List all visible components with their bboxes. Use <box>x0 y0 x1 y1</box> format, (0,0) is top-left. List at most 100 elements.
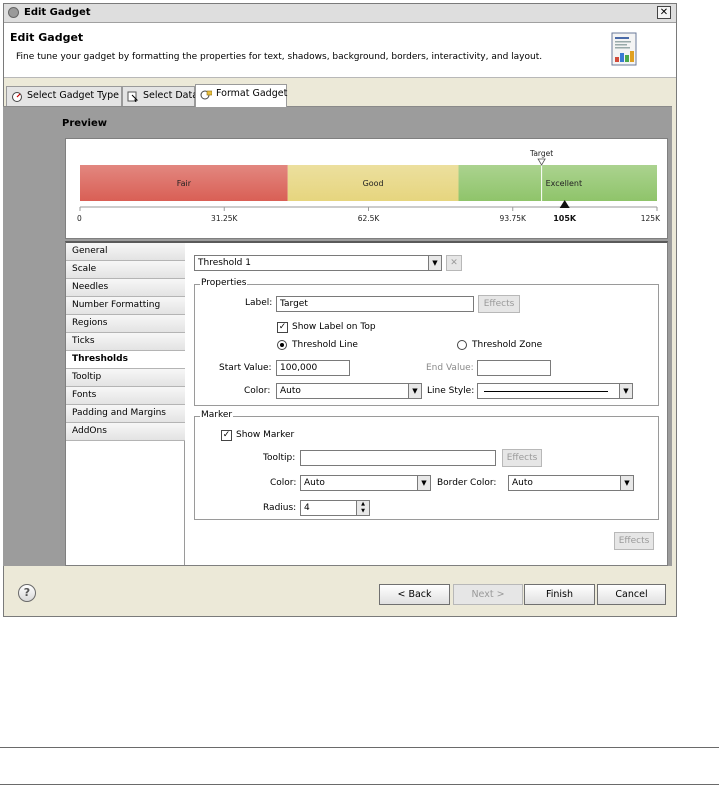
label-input[interactable]: Target <box>276 296 474 312</box>
nav-item-padding-and-margins[interactable]: Padding and Margins <box>66 405 185 423</box>
gadget-type-icon <box>12 92 22 102</box>
threshold-line-label: Threshold Line <box>292 340 358 350</box>
color-select[interactable]: Auto ▼ <box>276 383 422 399</box>
page-rule-top <box>0 747 719 748</box>
select-data-icon <box>127 91 139 102</box>
close-button[interactable]: ✕ <box>657 6 671 19</box>
end-value-input[interactable] <box>477 360 551 376</box>
delete-threshold-button[interactable]: ✕ <box>446 255 462 271</box>
threshold-selector[interactable]: Threshold 1 ▼ <box>194 255 442 271</box>
chevron-down-icon: ▼ <box>619 384 632 398</box>
gauge-tick-label: 31.25K <box>211 214 238 223</box>
border-color-caption: Border Color: <box>437 478 497 488</box>
wizard-tabs: Select Gadget Type Select Data Format Ga… <box>3 84 672 107</box>
title-bar[interactable]: Edit Gadget ✕ <box>4 4 676 23</box>
nav-item-addons[interactable]: AddOns <box>66 423 185 441</box>
label-caption: Label: <box>245 298 273 308</box>
tab-format-gadget[interactable]: Format Gadget <box>195 84 287 107</box>
marker-effects-button[interactable]: Effects <box>502 449 542 467</box>
line-style-caption: Line Style: <box>427 386 475 396</box>
gauge-tick-label: 62.5K <box>358 214 381 223</box>
properties-group: Properties Label: Target Effects ✓ Show … <box>194 278 659 406</box>
marker-title: Marker <box>200 410 234 420</box>
gauge-preview: Fair Good Excellent 0 31.25K 62.5K 93.75K 125K T… <box>65 138 668 239</box>
tab-label: Select Gadget Type <box>27 90 119 101</box>
tab-select-gadget-type[interactable]: Select Gadget Type <box>6 86 122 106</box>
line-style-select[interactable]: ▼ <box>477 383 633 399</box>
threshold-zone-radio[interactable] <box>457 340 467 350</box>
gauge-tick-label: 93.75K <box>500 214 527 223</box>
radius-caption: Radius: <box>263 503 297 513</box>
end-value-caption: End Value: <box>426 363 474 373</box>
format-gadget-icon <box>200 90 212 100</box>
threshold-selector-value: Threshold 1 <box>198 258 251 268</box>
header-title: Edit Gadget <box>10 31 84 44</box>
gauge-tick-label: 125K <box>641 214 661 223</box>
back-button[interactable]: < Back <box>379 584 450 605</box>
chevron-down-icon: ▼ <box>408 384 421 398</box>
format-sections-nav: General Scale Needles Number Formatting Regi… <box>66 243 185 565</box>
dialog-header: Edit Gadget Fine tune your gadget by for… <box>4 23 676 78</box>
marker-tooltip-input[interactable] <box>300 450 496 466</box>
label-effects-button[interactable]: Effects <box>478 295 520 313</box>
linear-gauge: Fair Good Excellent 0 31.25K 62.5K 93.75K 125K T… <box>77 149 661 223</box>
nav-item-thresholds[interactable]: Thresholds <box>66 351 185 369</box>
start-value-input[interactable]: 100,000 <box>276 360 350 376</box>
app-icon <box>8 7 19 18</box>
start-value-text: 100,000 <box>280 363 318 373</box>
tooltip-caption: Tooltip: <box>263 453 296 463</box>
next-button[interactable]: Next > <box>453 584 523 605</box>
header-description: Fine tune your gadget by formatting the … <box>16 52 543 62</box>
gadget-chart-icon <box>611 32 637 66</box>
finish-button[interactable]: Finish <box>524 584 595 605</box>
gauge-region-label: Fair <box>177 179 192 188</box>
border-color-select[interactable]: Auto ▼ <box>508 475 634 491</box>
nav-item-ticks[interactable]: Ticks <box>66 333 185 351</box>
nav-item-tooltip[interactable]: Tooltip <box>66 369 185 387</box>
show-marker-checkbox[interactable]: ✓ <box>221 430 232 441</box>
window-title: Edit Gadget <box>24 7 91 18</box>
effects-button[interactable]: Effects <box>614 532 654 550</box>
help-icon[interactable]: ? <box>18 584 36 602</box>
solid-line-swatch <box>484 391 608 392</box>
nav-item-regions[interactable]: Regions <box>66 315 185 333</box>
nav-item-general[interactable]: General <box>66 243 185 261</box>
needle-value-label: 105K <box>553 214 577 223</box>
cancel-button[interactable]: Cancel <box>597 584 666 605</box>
chevron-down-icon: ▼ <box>428 256 441 270</box>
nav-item-fonts[interactable]: Fonts <box>66 387 185 405</box>
threshold-marker <box>537 158 546 166</box>
threshold-zone-label: Threshold Zone <box>472 340 543 350</box>
marker-color-caption: Color: <box>270 478 297 488</box>
chevron-down-icon: ▼ <box>620 476 633 490</box>
gauge-needle <box>559 200 570 208</box>
color-caption: Color: <box>244 386 271 396</box>
marker-color-value: Auto <box>304 478 325 488</box>
gauge-region-label: Good <box>363 179 384 188</box>
spinner-arrows-icon[interactable]: ▲ ▼ <box>356 501 369 515</box>
nav-item-number-formatting[interactable]: Number Formatting <box>66 297 185 315</box>
start-value-caption: Start Value: <box>219 363 272 373</box>
gauge-tick-label: 0 <box>77 214 82 223</box>
tab-label: Select Data <box>143 90 199 101</box>
nav-item-scale[interactable]: Scale <box>66 261 185 279</box>
nav-item-needles[interactable]: Needles <box>66 279 185 297</box>
threshold-label: Target <box>529 149 553 158</box>
show-label-on-top-checkbox[interactable]: ✓ <box>277 322 288 333</box>
tab-label: Format Gadget <box>216 88 288 99</box>
marker-group: Marker ✓ Show Marker Tooltip: Effects Co… <box>194 410 659 520</box>
preview-label: Preview <box>62 118 108 129</box>
gauge-region-label: Excellent <box>546 179 583 188</box>
page-rule-bottom <box>0 784 719 785</box>
tab-select-data[interactable]: Select Data <box>122 86 199 106</box>
radius-value: 4 <box>304 503 310 513</box>
chevron-down-icon: ▼ <box>417 476 430 490</box>
properties-title: Properties <box>200 278 248 288</box>
border-color-value: Auto <box>512 478 533 488</box>
label-input-value: Target <box>280 299 308 309</box>
show-label-on-top-label: Show Label on Top <box>292 322 376 332</box>
settings-area: General Scale Needles Number Formatting Regi… <box>65 241 668 566</box>
threshold-line-radio[interactable] <box>277 340 287 350</box>
marker-color-select[interactable]: Auto ▼ <box>300 475 431 491</box>
radius-spinner[interactable]: 4 ▲ ▼ <box>300 500 370 516</box>
